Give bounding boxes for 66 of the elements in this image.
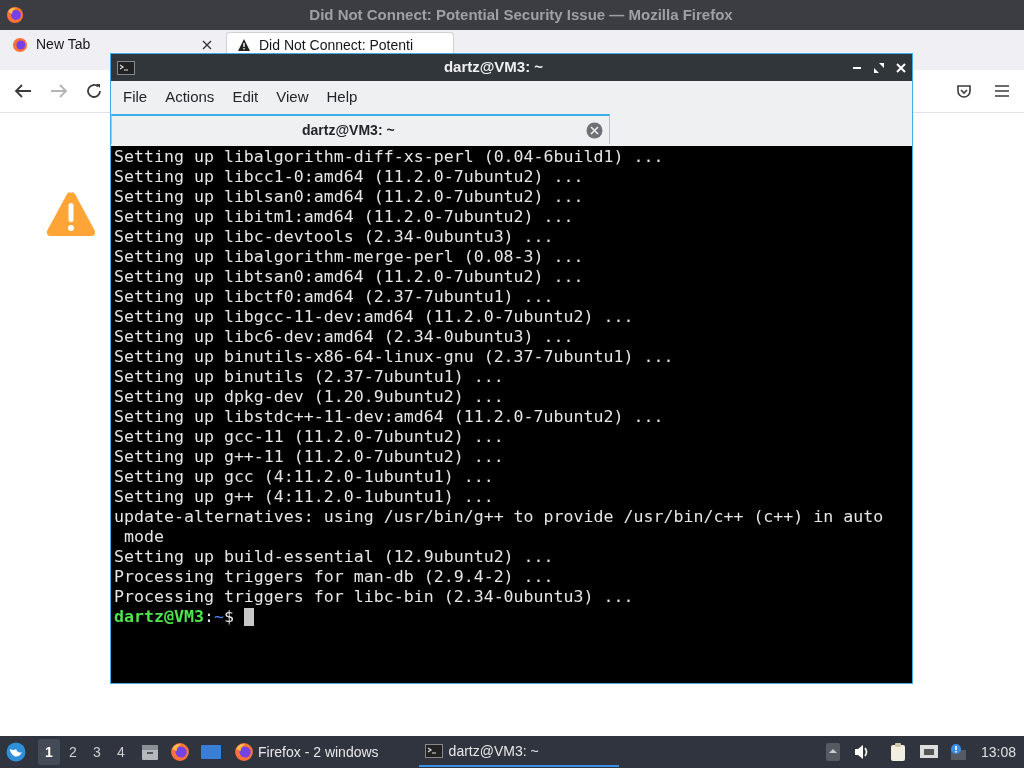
output-line: Setting up binutils (2.37-7ubuntu1) ... [114, 367, 504, 387]
back-icon[interactable] [14, 83, 32, 99]
prompt-symbol: $ [223, 607, 234, 627]
output-line: Setting up libalgorithm-merge-perl (0.08-3) ... [114, 247, 584, 267]
output-line: Setting up binutils-x86-64-linux-gnu (2.37-7ubuntu1) ... [114, 347, 674, 367]
firefox-icon [6, 6, 24, 24]
output-line: update-alternatives: using /usr/bin/g++ to provide /usr/bin/c++ (c++) in auto [114, 507, 884, 527]
output-line: Setting up g++-11 (11.2.0-7ubuntu2) ... [114, 447, 504, 467]
menu-item[interactable]: File [114, 85, 157, 109]
output-line: Setting up dpkg-dev (1.20.9ubuntu2) ... [114, 387, 504, 407]
browser-tab[interactable]: Did Not Connect: Potenti [226, 32, 454, 53]
taskbar-task[interactable]: dartz@VM3: ~ [418, 737, 619, 767]
menu-item[interactable]: Help [317, 85, 367, 109]
output-line: Setting up libctf0:amd64 (2.37-7ubuntu1) ... [114, 287, 554, 307]
clipboard-icon[interactable] [888, 742, 907, 762]
output-line: Setting up libtsan0:amd64 (11.2.0-7ubuntu2) ... [114, 267, 584, 287]
text-cursor [243, 608, 254, 626]
menu-item[interactable]: Edit [223, 85, 268, 109]
file-manager-icon[interactable] [140, 742, 160, 762]
output-line: Setting up libgcc-11-dev:amd64 (11.2.0-7ubuntu2) ... [114, 307, 634, 327]
network-icon[interactable] [918, 743, 939, 761]
terminal-tab[interactable]: dartz@VM3: ~ [111, 114, 610, 144]
output-line: Setting up libc-devtools (2.34-0ubuntu3) ... [114, 227, 554, 247]
maximize-icon[interactable] [874, 62, 884, 73]
warning-icon [237, 38, 251, 52]
warning-icon [46, 191, 96, 237]
notification-icon[interactable] [948, 743, 967, 761]
prompt-user-host: dartz@VM3 [114, 607, 204, 627]
close-icon[interactable] [202, 39, 212, 50]
start-menu-icon[interactable] [6, 742, 26, 762]
output-line: Setting up build-essential (12.9ubuntu2) ... [114, 547, 554, 567]
taskbar-task[interactable]: Firefox - 2 windows [234, 737, 379, 767]
output-line: Setting up gcc-11 (11.2.0-7ubuntu2) ... [114, 427, 504, 447]
pocket-icon[interactable] [956, 83, 972, 99]
output-line: Setting up liblsan0:amd64 (11.2.0-7ubuntu2) ... [114, 187, 584, 207]
workspace-button[interactable]: 2 [62, 739, 84, 765]
output-line: Setting up libcc1-0:amd64 (11.2.0-7ubuntu2) ... [114, 167, 584, 187]
terminal-icon [424, 744, 443, 758]
terminal-icon [117, 60, 135, 75]
output-line: Setting up libstdc++-11-dev:amd64 (11.2.0-7ubuntu2) ... [114, 407, 664, 427]
output-line: Setting up libitm1:amd64 (11.2.0-7ubuntu2) ... [114, 207, 574, 227]
menu-item[interactable]: Actions [156, 85, 224, 109]
output-line: mode [123, 527, 164, 547]
close-tab-icon[interactable] [586, 121, 603, 139]
prompt-path: ~ [213, 607, 224, 627]
output-line: Processing triggers for man-db (2.9.4-2) ... [114, 567, 554, 587]
workspace-button[interactable]: 3 [86, 739, 108, 765]
workspace-button[interactable]: 4 [110, 739, 132, 765]
firefox-icon [234, 742, 254, 762]
firefox-icon [12, 36, 28, 53]
window-title: dartz@VM3: ~ [442, 57, 545, 78]
browser-tab[interactable]: New Tab [2, 32, 109, 53]
output-line: Setting up libc6-dev:amd64 (2.34-0ubuntu3) ... [114, 327, 574, 347]
output-line: Processing triggers for libc-bin (2.34-0ubuntu3) ... [114, 587, 634, 607]
firefox-icon[interactable] [170, 742, 190, 762]
reload-icon[interactable] [86, 83, 102, 99]
workspace-button[interactable]: 1 [38, 739, 60, 765]
clock[interactable]: 13:08 [980, 741, 1016, 763]
prompt-separator: : [203, 607, 214, 627]
output-line: Setting up libalgorithm-diff-xs-perl (0.04-6build1) ... [114, 147, 664, 167]
menu-item[interactable]: View [267, 85, 318, 109]
output-line: Setting up gcc (4:11.2.0-1ubuntu1) ... [114, 467, 494, 487]
output-line: Setting up g++ (4:11.2.0-1ubuntu1) ... [114, 487, 494, 507]
menu-icon[interactable] [994, 84, 1010, 98]
window-title: Did Not Connect: Potential Security Issue — Mozilla Firefox [308, 4, 734, 25]
window-icon[interactable] [200, 743, 222, 761]
